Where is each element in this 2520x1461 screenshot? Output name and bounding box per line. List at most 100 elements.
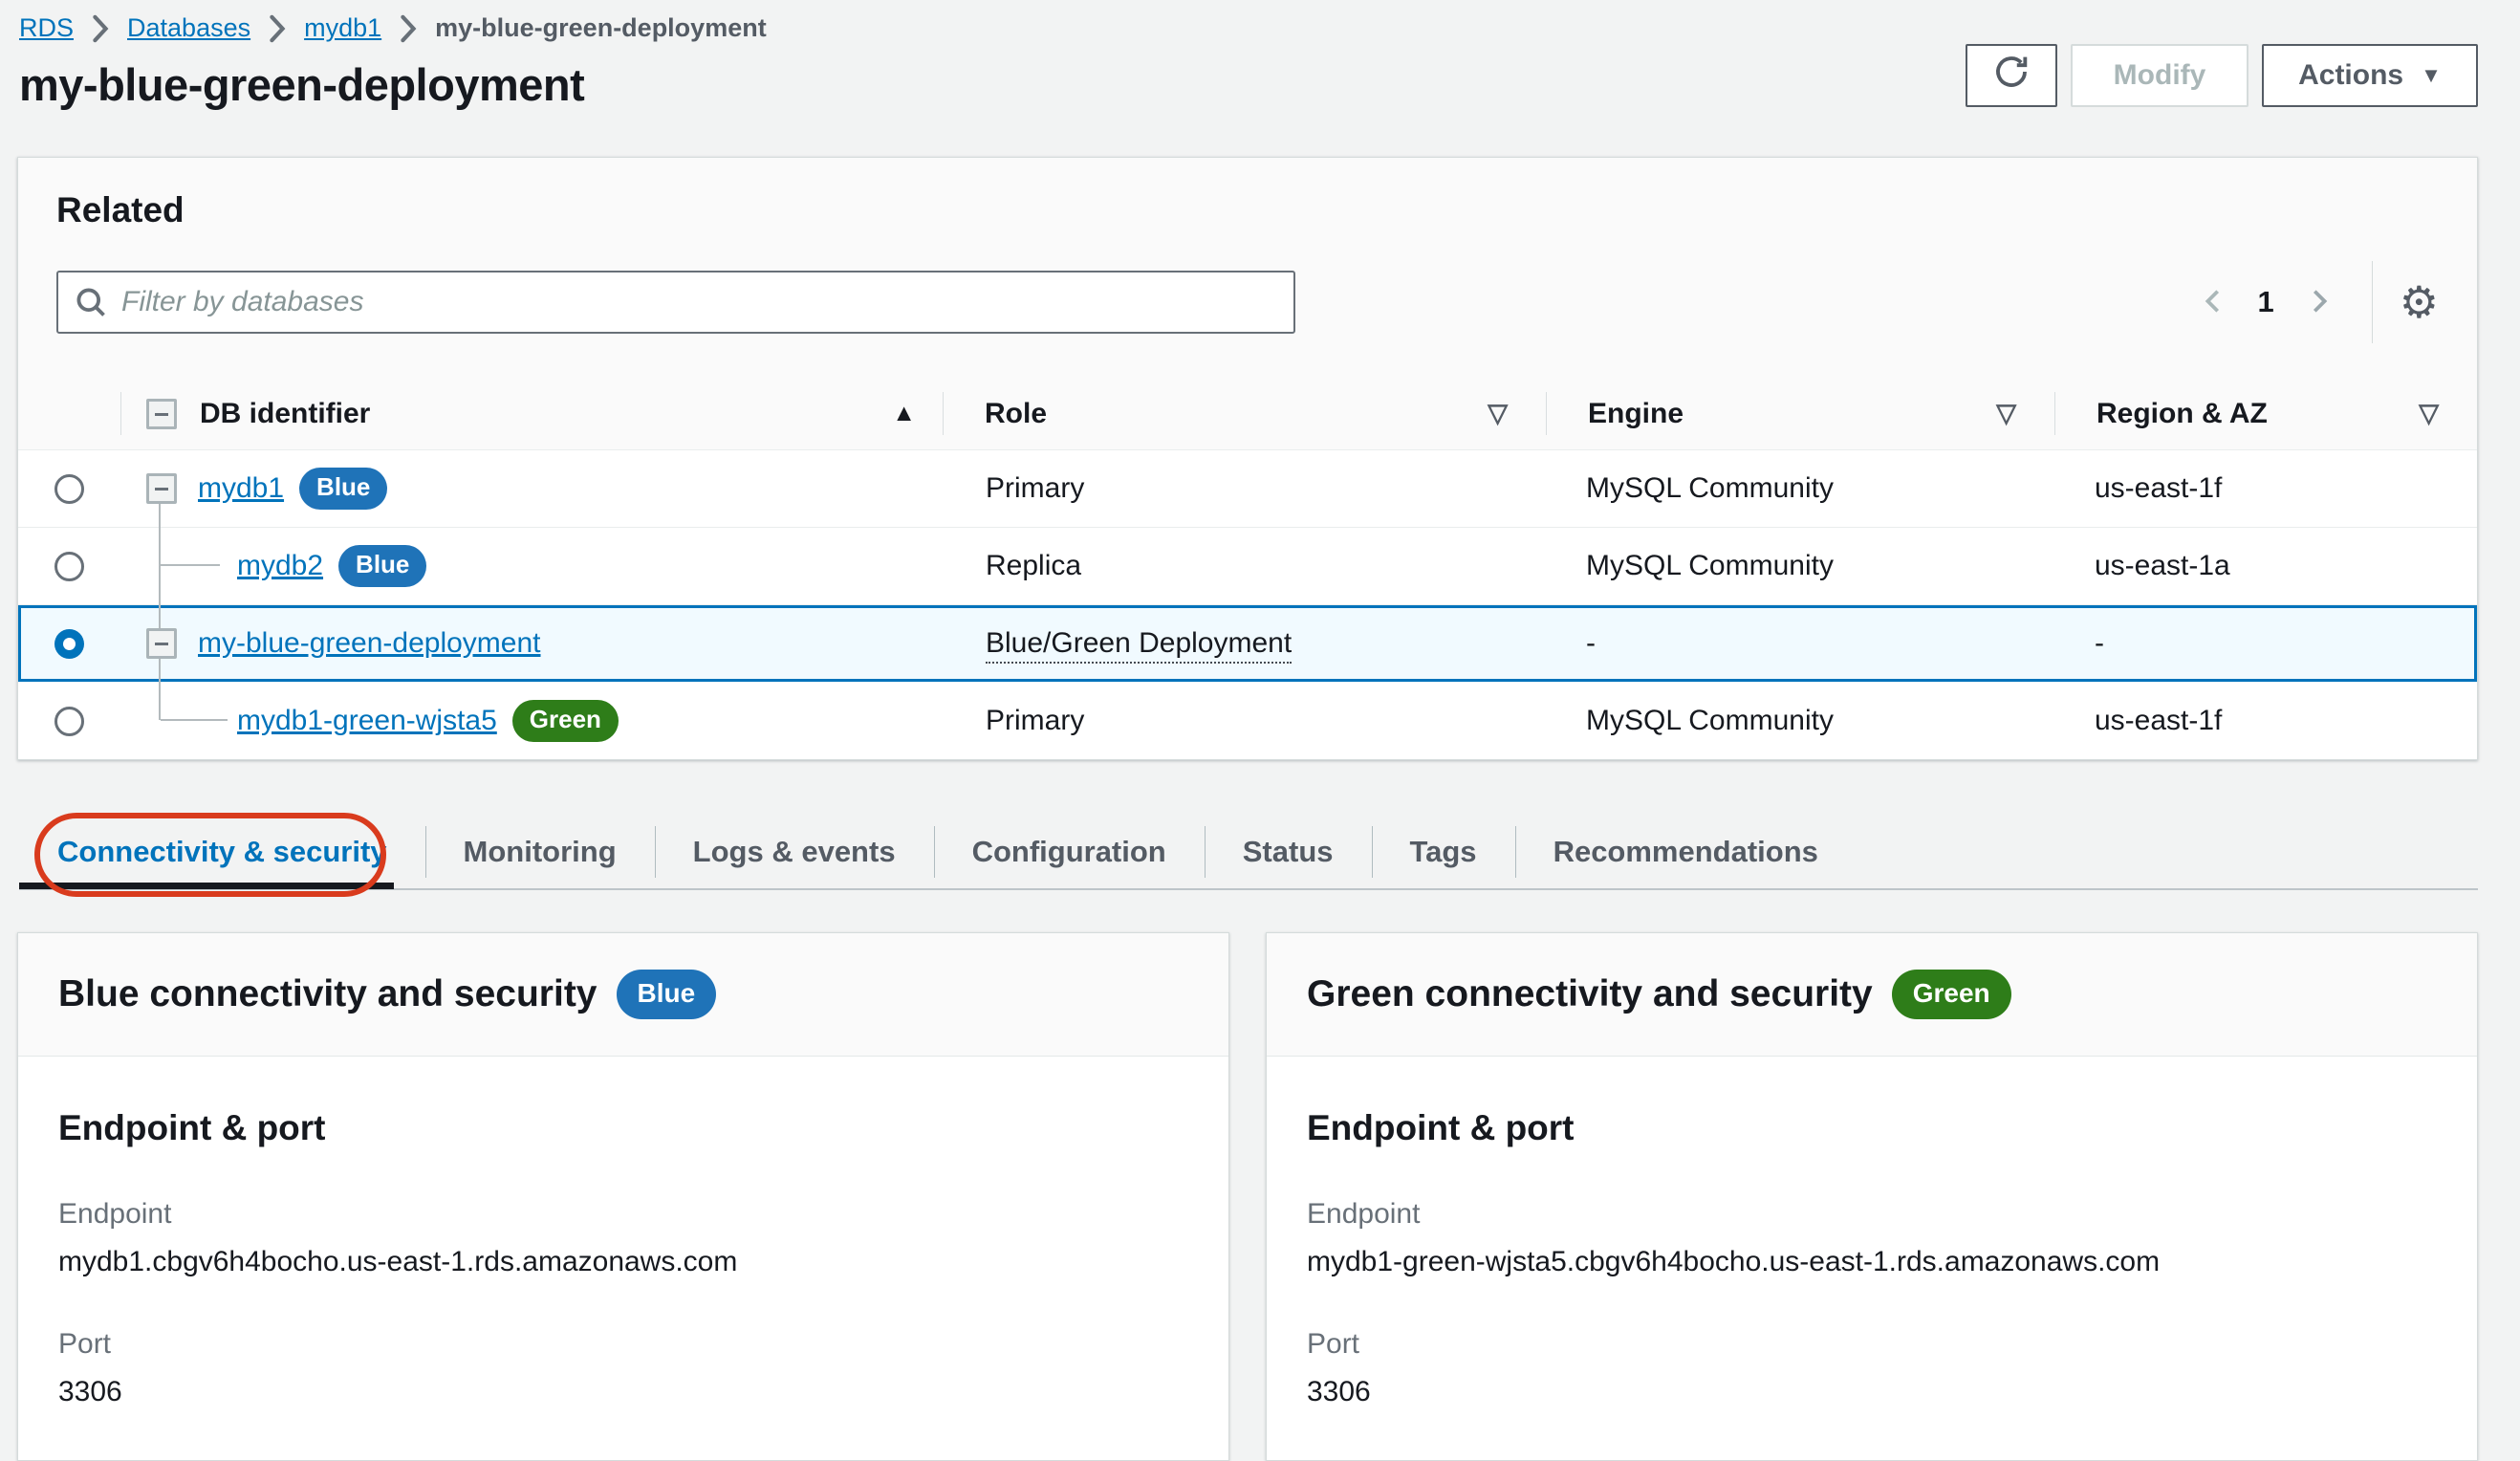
cell-role: Replica xyxy=(986,550,1082,581)
endpoint-value: mydb1.cbgv6h4bocho.us-east-1.rds.amazona… xyxy=(58,1246,738,1278)
tab-configuration[interactable]: Configuration xyxy=(933,821,1205,883)
table-row-selected: my-blue-green-deployment Blue/Green Depl… xyxy=(18,604,2477,682)
sortable-column-icon: ▽ xyxy=(2419,399,2439,427)
row-radio-mydb1[interactable] xyxy=(54,473,84,504)
green-badge: Green xyxy=(1891,970,2011,1020)
related-card-header: Related 1 xyxy=(18,158,2477,378)
port-value: 3306 xyxy=(58,1376,122,1408)
tab-underline xyxy=(19,883,2478,892)
breadcrumb: RDS Databases mydb1 my-blue-green-deploy… xyxy=(19,13,2478,43)
db-link-mydb2[interactable]: mydb2 xyxy=(237,550,323,582)
select-all-column-header xyxy=(18,378,120,449)
panel-body: Endpoint & port Endpoint mydb1-green-wjs… xyxy=(1267,1057,2477,1460)
port-field: Port 3306 xyxy=(1307,1328,2437,1408)
cell-region-az: us-east-1a xyxy=(2095,550,2230,581)
port-label: Port xyxy=(1307,1328,1360,1361)
column-header-engine[interactable]: Engine ▽ xyxy=(1546,378,2054,449)
row-radio-mydb2[interactable] xyxy=(54,551,84,581)
cell-region-az: us-east-1f xyxy=(2095,472,2223,504)
caret-down-icon: ▼ xyxy=(2421,63,2442,87)
search-icon xyxy=(74,285,108,324)
panel-title: Green connectivity and security xyxy=(1307,973,1873,1015)
green-connectivity-panel: Green connectivity and security Green En… xyxy=(1266,932,2478,1461)
cell-region-az: us-east-1f xyxy=(2095,705,2223,736)
sortable-column-icon: ▽ xyxy=(1488,399,1508,427)
endpoint-label: Endpoint xyxy=(1307,1198,1421,1231)
panel-title: Blue connectivity and security xyxy=(58,973,597,1015)
refresh-button[interactable] xyxy=(1966,44,2057,107)
column-header-region-az[interactable]: Region & AZ ▽ xyxy=(2054,378,2477,449)
breadcrumb-separator-icon xyxy=(91,14,110,43)
breadcrumb-separator-icon xyxy=(399,14,418,43)
column-label: Engine xyxy=(1588,397,1684,429)
breadcrumb-current: my-blue-green-deployment xyxy=(435,13,767,42)
pagination-divider xyxy=(2371,261,2373,343)
actions-label: Actions xyxy=(2298,59,2404,91)
endpoint-port-heading: Endpoint & port xyxy=(58,1108,326,1148)
breadcrumb-link-databases[interactable]: Databases xyxy=(127,13,250,43)
panel-body: Endpoint & port Endpoint mydb1.cbgv6h4bo… xyxy=(18,1057,1228,1460)
pagination-controls: 1 ⚙ xyxy=(2193,261,2439,343)
cell-engine: MySQL Community xyxy=(1586,550,1834,581)
tab-tags[interactable]: Tags xyxy=(1371,821,1515,883)
tab-monitoring[interactable]: Monitoring xyxy=(424,821,655,883)
db-link-my-blue-green-deployment[interactable]: my-blue-green-deployment xyxy=(198,627,541,660)
table-row: mydb2 Blue Replica MySQL Community us-ea… xyxy=(18,527,2477,604)
row-radio-my-blue-green-deployment[interactable] xyxy=(54,628,84,659)
cell-engine: MySQL Community xyxy=(1586,705,1834,736)
endpoint-field: Endpoint mydb1.cbgv6h4bocho.us-east-1.rd… xyxy=(58,1198,1188,1278)
table-header-row: DB identifier ▲ Role ▽ Engine ▽ Region &… xyxy=(18,378,2477,449)
rds-console-page: RDS Databases mydb1 my-blue-green-deploy… xyxy=(0,0,2520,1461)
tree-collapse-icon[interactable] xyxy=(146,628,177,659)
tab-status[interactable]: Status xyxy=(1204,821,1372,883)
db-link-mydb1[interactable]: mydb1 xyxy=(198,472,284,505)
detail-tabs: Connectivity & security Monitoring Logs … xyxy=(19,813,2478,897)
breadcrumb-link-rds[interactable]: RDS xyxy=(19,13,74,43)
table-preferences-button[interactable]: ⚙ xyxy=(2400,280,2439,324)
port-label: Port xyxy=(58,1328,112,1361)
related-section: Related 1 xyxy=(17,157,2478,760)
blue-badge: Blue xyxy=(616,970,717,1020)
tree-collapse-icon[interactable] xyxy=(146,473,177,504)
port-value: 3306 xyxy=(1307,1376,1371,1408)
breadcrumb-separator-icon xyxy=(268,14,287,43)
cell-role: Blue/Green Deployment xyxy=(943,627,1546,664)
next-page-button[interactable] xyxy=(2299,280,2339,325)
related-heading: Related xyxy=(56,190,185,229)
gear-icon: ⚙ xyxy=(2399,277,2439,327)
cell-role: Primary xyxy=(986,705,1085,736)
endpoint-value: mydb1-green-wjsta5.cbgv6h4bocho.us-east-… xyxy=(1307,1246,2161,1278)
refresh-icon xyxy=(1991,52,2031,99)
db-link-mydb1-green-wjsta5[interactable]: mydb1-green-wjsta5 xyxy=(237,705,497,737)
table-row: mydb1-green-wjsta5 Green Primary MySQL C… xyxy=(18,682,2477,759)
tab-recommendations[interactable]: Recommendations xyxy=(1514,821,1857,883)
panel-header: Blue connectivity and security Blue xyxy=(18,933,1228,1058)
sortable-column-icon: ▽ xyxy=(1996,399,2016,427)
column-label: DB identifier xyxy=(200,397,371,429)
column-header-role[interactable]: Role ▽ xyxy=(943,378,1546,449)
tab-logs-events[interactable]: Logs & events xyxy=(654,821,934,883)
green-badge: Green xyxy=(511,700,619,742)
page-header: RDS Databases mydb1 my-blue-green-deploy… xyxy=(0,0,2520,111)
connectivity-panels: Blue connectivity and security Blue Endp… xyxy=(17,932,2478,1461)
column-label: Role xyxy=(985,397,1048,429)
cell-region-az: - xyxy=(2095,627,2104,659)
column-header-db-identifier[interactable]: DB identifier ▲ xyxy=(120,378,943,449)
sort-ascending-icon: ▲ xyxy=(892,400,916,426)
panel-header: Green connectivity and security Green xyxy=(1267,933,2477,1058)
filter-search xyxy=(56,271,1295,334)
tree-collapse-all-icon[interactable] xyxy=(146,398,177,429)
filter-databases-input[interactable] xyxy=(56,271,1295,334)
tab-connectivity-security[interactable]: Connectivity & security xyxy=(19,821,425,883)
table-row: mydb1 Blue Primary MySQL Community us-ea… xyxy=(18,449,2477,527)
modify-button[interactable]: Modify xyxy=(2071,44,2248,107)
endpoint-field: Endpoint mydb1-green-wjsta5.cbgv6h4bocho… xyxy=(1307,1198,2437,1278)
blue-badge: Blue xyxy=(299,468,388,510)
chevron-right-icon xyxy=(2305,286,2334,319)
breadcrumb-link-mydb1[interactable]: mydb1 xyxy=(304,13,381,43)
previous-page-button[interactable] xyxy=(2193,280,2233,325)
endpoint-port-heading: Endpoint & port xyxy=(1307,1108,1575,1148)
actions-dropdown-button[interactable]: Actions ▼ xyxy=(2262,44,2478,107)
current-page-number[interactable]: 1 xyxy=(2258,285,2274,319)
row-radio-mydb1-green-wjsta5[interactable] xyxy=(54,706,84,736)
